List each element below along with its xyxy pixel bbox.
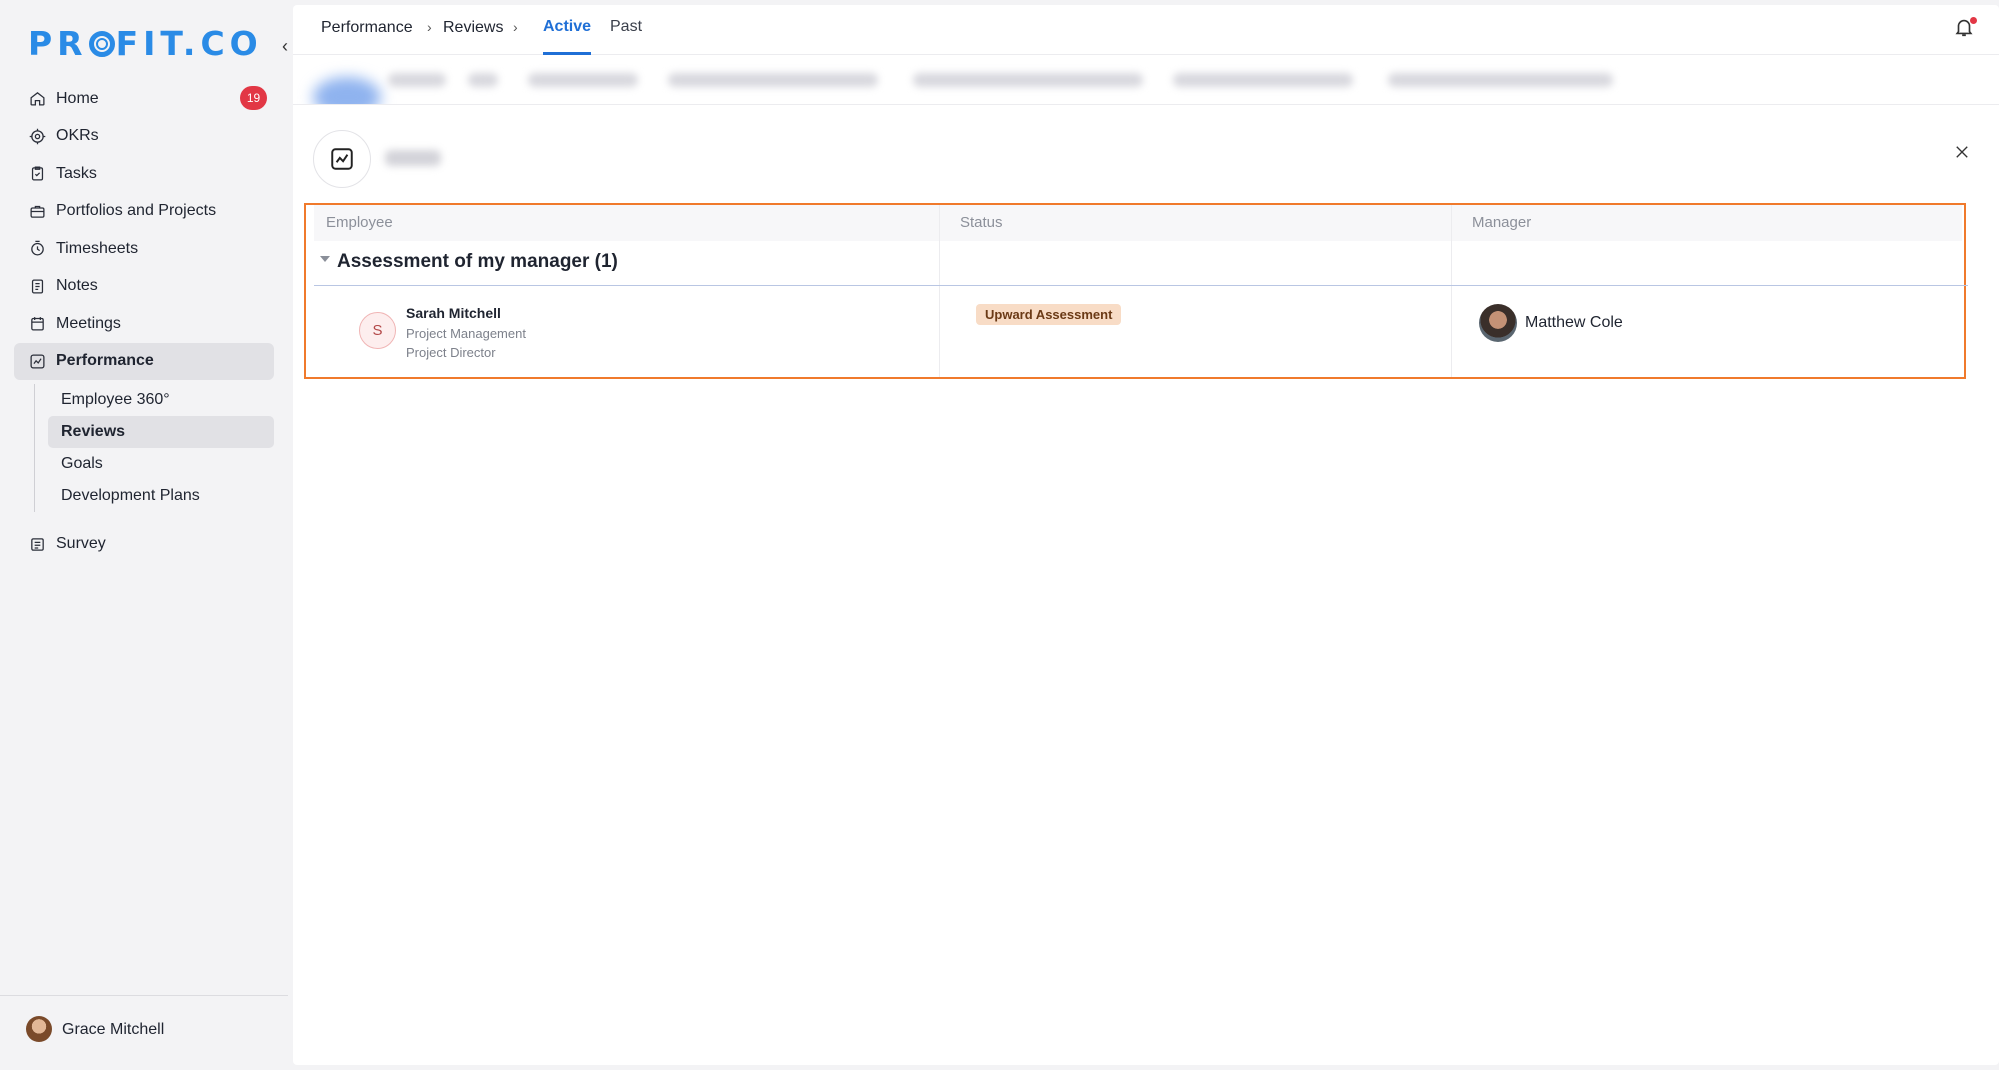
- sidebar-nav: Home 19 OKRs Tasks Portfolios and Projec…: [14, 80, 274, 563]
- employee-name[interactable]: Sarah Mitchell: [406, 305, 501, 321]
- employee-title: Project Director: [406, 345, 496, 360]
- blurred-review-title: [385, 150, 441, 166]
- sidebar-item-label: Portfolios and Projects: [56, 202, 217, 219]
- sidebar-item-label: Tasks: [56, 164, 97, 182]
- notes-icon: [28, 277, 46, 295]
- column-divider: [939, 205, 940, 377]
- user-name: Grace Mitchell: [62, 1021, 165, 1038]
- tab-active[interactable]: Active: [543, 18, 591, 36]
- reviews-table: Employee Status Manager Assessment of my…: [304, 203, 1968, 379]
- sidebar-subitem-employee-360[interactable]: Employee 360°: [48, 384, 274, 416]
- blurred-item: [388, 73, 446, 87]
- column-header-manager[interactable]: Manager: [1472, 214, 1531, 231]
- sidebar-item-label: Notes: [56, 277, 98, 294]
- close-icon[interactable]: [1953, 143, 1973, 163]
- manager-name: Matthew Cole: [1525, 314, 1623, 331]
- sidebar-item-label: OKRs: [56, 127, 99, 144]
- breadcrumb-separator-icon: ›: [427, 19, 432, 35]
- home-icon: [28, 90, 46, 108]
- status-badge: Upward Assessment: [976, 304, 1122, 325]
- avatar: [26, 1016, 52, 1042]
- performance-subnav: Employee 360° Reviews Goals Development …: [34, 383, 274, 512]
- sidebar-item-home[interactable]: Home 19: [14, 80, 274, 117]
- main-panel: Performance › Reviews › Active Past Empl…: [293, 5, 1999, 1065]
- notifications-bell-icon[interactable]: [1953, 15, 1977, 41]
- avatar: [1479, 304, 1517, 342]
- sidebar-item-notes[interactable]: Notes: [14, 268, 274, 305]
- sidebar-item-okrs[interactable]: OKRs: [14, 118, 274, 155]
- column-header-status[interactable]: Status: [960, 214, 1003, 231]
- performance-icon: [28, 352, 46, 370]
- collapse-sidebar-icon[interactable]: ‹: [282, 36, 288, 57]
- breadcrumb-performance[interactable]: Performance: [321, 19, 413, 37]
- notification-count-badge: 19: [240, 86, 267, 110]
- sidebar-item-survey[interactable]: Survey: [14, 526, 274, 563]
- sidebar-item-meetings[interactable]: Meetings: [14, 305, 274, 342]
- sidebar-item-tasks[interactable]: Tasks: [14, 155, 274, 192]
- blurred-item: [528, 73, 638, 87]
- breadcrumb-reviews[interactable]: Reviews: [443, 19, 503, 37]
- blurred-filter-bar: [293, 55, 1999, 105]
- sidebar-item-label: Performance: [56, 352, 154, 369]
- avatar: S: [359, 312, 396, 349]
- target-icon: [28, 127, 46, 145]
- table-header: Employee Status Manager: [314, 205, 1962, 241]
- group-row[interactable]: Assessment of my manager (1): [314, 241, 1968, 286]
- sidebar-item-timesheets[interactable]: Timesheets: [14, 230, 274, 267]
- breadcrumb-separator-icon: ›: [513, 19, 518, 35]
- sidebar-subitem-development-plans[interactable]: Development Plans: [48, 480, 274, 512]
- sidebar-subitem-reviews[interactable]: Reviews: [48, 415, 274, 448]
- sidebar-subitem-goals[interactable]: Goals: [48, 448, 274, 480]
- survey-icon: [28, 535, 46, 553]
- tab-past[interactable]: Past: [610, 18, 642, 36]
- blurred-highlight: [313, 77, 381, 104]
- blurred-item: [468, 73, 498, 87]
- sidebar-item-label: Home: [56, 89, 99, 107]
- task-icon: [28, 165, 46, 183]
- sidebar-item-label: Timesheets: [56, 239, 139, 257]
- performance-chart-icon: [313, 130, 371, 188]
- blurred-item: [913, 73, 1143, 87]
- employee-department: Project Management: [406, 326, 526, 341]
- notification-dot: [1970, 17, 1977, 24]
- column-header-employee[interactable]: Employee: [326, 214, 393, 231]
- sidebar-item-label: Survey: [56, 535, 106, 552]
- sidebar-item-portfolios[interactable]: Portfolios and Projects: [14, 193, 274, 230]
- sidebar-item-label: Meetings: [56, 314, 121, 332]
- blurred-item: [1173, 73, 1353, 87]
- top-bar: Performance › Reviews › Active Past: [293, 5, 1999, 55]
- sidebar: PR FIT.CO ‹ Home 19 OKRs Tasks Portfolios…: [0, 0, 290, 1070]
- caret-down-icon[interactable]: [320, 256, 330, 262]
- blurred-item: [1388, 73, 1613, 87]
- briefcase-icon: [28, 202, 46, 220]
- blurred-item: [668, 73, 878, 87]
- clock-icon: [28, 240, 46, 258]
- group-title: Assessment of my manager (1): [337, 251, 618, 272]
- column-divider: [1451, 205, 1452, 377]
- logo[interactable]: PR FIT.CO: [28, 24, 263, 63]
- sidebar-item-performance[interactable]: Performance: [14, 342, 274, 380]
- user-profile[interactable]: Grace Mitchell: [0, 995, 288, 1070]
- calendar-icon: [28, 315, 46, 333]
